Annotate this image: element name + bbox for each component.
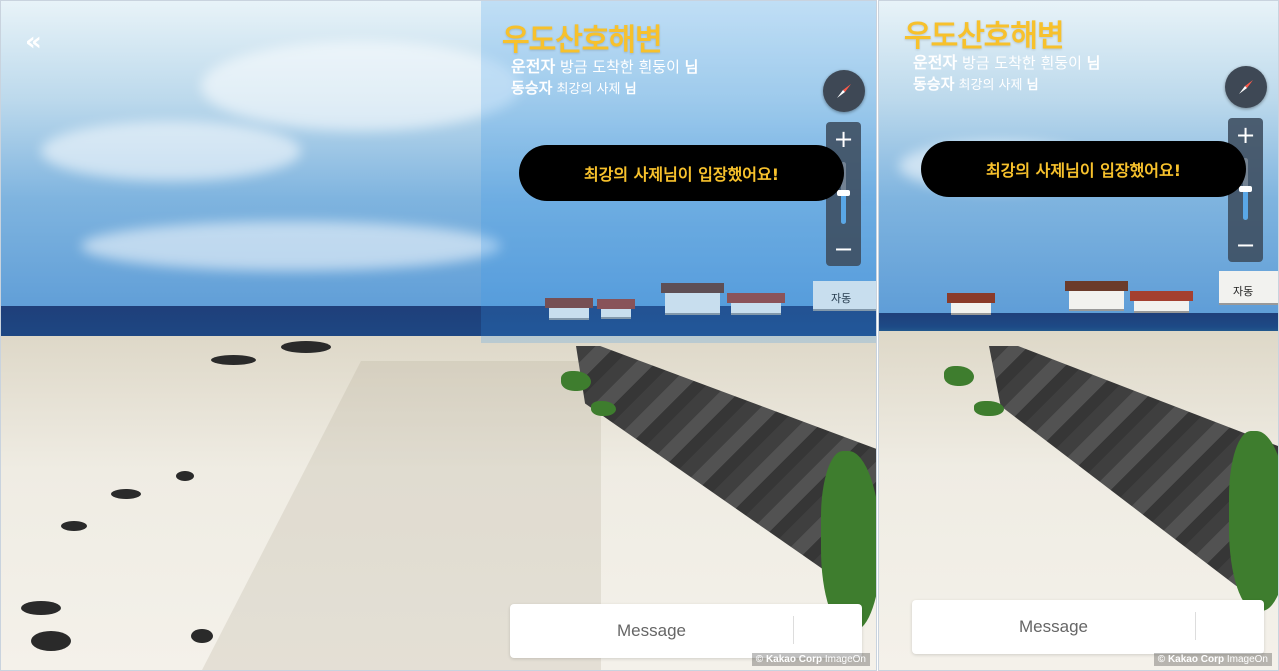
message-input-secondary[interactable] (912, 600, 1195, 654)
location-title: 우도산호해변 (502, 23, 663, 58)
credit-provider: ImageOn (824, 654, 866, 665)
beach-scene-secondary: 자동 (879, 1, 1278, 670)
participants: 운전자 방금 도착한 흰둥이 님 동승자 최강의 사제 님 (511, 56, 698, 100)
credit-provider-secondary: ImageOn (1226, 654, 1268, 665)
passenger-suffix: 님 (624, 82, 637, 97)
send-button-secondary[interactable] (1196, 600, 1264, 654)
message-input[interactable] (510, 604, 793, 658)
beach-scene: 자동 (1, 1, 876, 670)
zoom-out-button-secondary[interactable]: − (1228, 228, 1263, 262)
map-credit: © Kakao Corp ImageOn (751, 653, 870, 666)
credit-corp: © Kakao Corp (755, 654, 823, 665)
compass-button-secondary[interactable] (1225, 66, 1267, 108)
passenger-label-secondary: 동승자 (913, 75, 955, 93)
driver-label: 운전자 (511, 57, 556, 76)
driver-row: 운전자 방금 도착한 흰둥이 님 (511, 56, 698, 78)
zoom-slider-handle-secondary[interactable] (1239, 186, 1252, 192)
double-chevron-left-icon: « (25, 27, 42, 57)
driver-name: 방금 도착한 흰둥이 (559, 58, 680, 76)
entry-toast-secondary: 최강의 사제님이 입장했어요! (921, 141, 1246, 197)
driver-suffix-secondary: 님 (1086, 54, 1101, 72)
driver-row-secondary: 운전자 방금 도착한 흰둥이 님 (913, 52, 1100, 74)
passenger-label: 동승자 (511, 79, 553, 97)
toast-message-secondary: 최강의 사제님이 입장했어요! (985, 161, 1182, 180)
credit-corp-secondary: © Kakao Corp (1157, 654, 1225, 665)
message-bar-secondary (912, 600, 1264, 654)
passenger-row-secondary: 동승자 최강의 사제 님 (913, 74, 1100, 96)
compass-icon (1239, 80, 1253, 94)
passenger-row: 동승자 최강의 사제 님 (511, 78, 698, 100)
scene-sign-secondary: 자동 (1233, 285, 1254, 298)
driver-name-secondary: 방금 도착한 흰둥이 (961, 54, 1082, 72)
passenger-name-secondary: 최강의 사제 (958, 78, 1023, 93)
entry-toast: 최강의 사제님이 입장했어요! (519, 145, 844, 201)
map-credit-secondary: © Kakao Corp ImageOn (1153, 653, 1272, 666)
message-bar (510, 604, 862, 658)
driver-label-secondary: 운전자 (913, 53, 958, 72)
zoom-level-fill (841, 193, 846, 224)
driver-suffix: 님 (684, 58, 699, 76)
compass-button[interactable] (823, 70, 865, 112)
panorama-view-main[interactable]: 자동 « 우도산호해변 운전자 방금 도착한 흰둥이 님 동승자 최강의 사제 … (0, 0, 877, 671)
zoom-slider-handle[interactable] (837, 190, 850, 196)
location-title-secondary: 우도산호해변 (904, 19, 1065, 54)
passenger-name: 최강의 사제 (556, 82, 621, 97)
panorama-view-secondary[interactable]: 자동 우도산호해변 운전자 방금 도착한 흰둥이 님 동승자 최강의 사제 님 … (878, 0, 1279, 671)
toast-message: 최강의 사제님이 입장했어요! (583, 165, 780, 184)
zoom-level-fill-secondary (1243, 189, 1248, 220)
back-button[interactable]: « (25, 29, 42, 55)
compass-icon (837, 84, 851, 98)
zoom-out-button[interactable]: − (826, 232, 861, 266)
passenger-suffix-secondary: 님 (1026, 78, 1039, 93)
send-button[interactable] (794, 604, 862, 658)
participants-secondary: 운전자 방금 도착한 흰둥이 님 동승자 최강의 사제 님 (913, 52, 1100, 96)
